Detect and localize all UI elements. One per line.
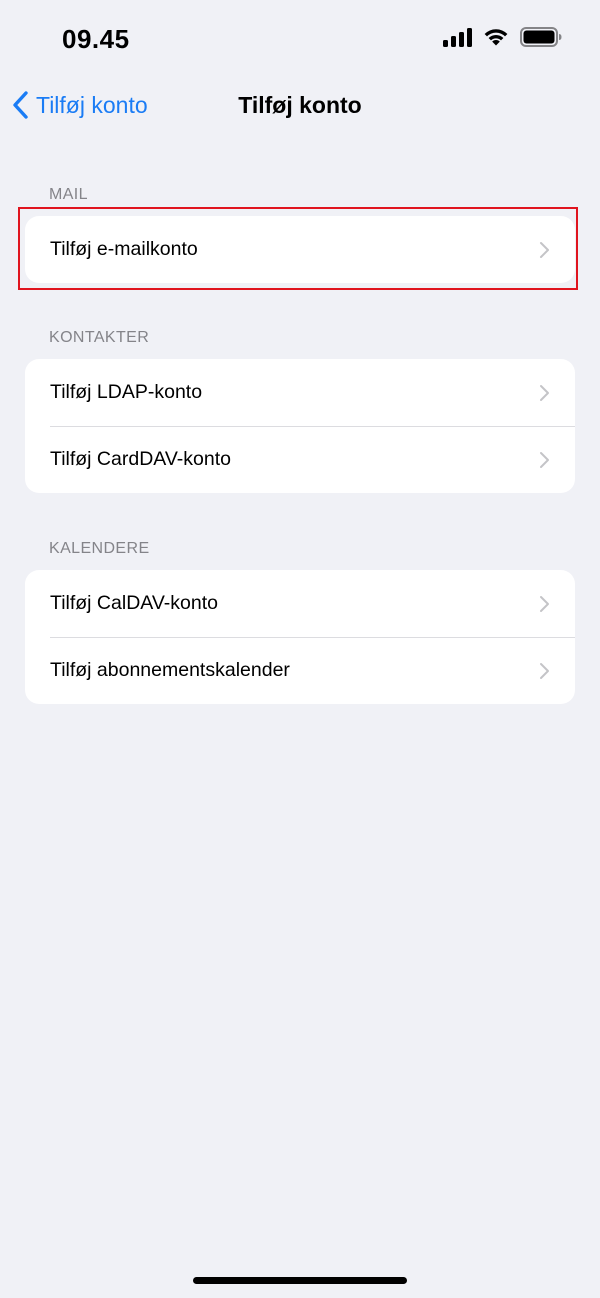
row-label: Tilføj CalDAV-konto [50, 592, 218, 614]
chevron-right-icon [540, 662, 549, 679]
row-label: Tilføj LDAP-konto [50, 381, 203, 403]
home-indicator[interactable] [193, 1277, 407, 1284]
navigation-bar: Tilføj konto Tilføj konto [0, 80, 600, 132]
chevron-right-icon [540, 595, 549, 612]
add-caldav-account-row[interactable]: Tilføj CalDAV-konto [25, 570, 575, 637]
row-label: Tilføj e-mailkonto [50, 238, 198, 260]
page-title: Tilføj konto [238, 92, 362, 118]
group-contacts: Tilføj LDAP-konto Tilføj CardDAV-konto [25, 359, 575, 493]
chevron-right-icon [540, 241, 549, 258]
chevron-right-icon [540, 451, 549, 468]
row-label: Tilføj abonnementskalender [50, 659, 290, 681]
chevron-right-icon [540, 384, 549, 401]
group-mail: Tilføj e-mailkonto [25, 216, 575, 283]
group-calendars: Tilføj CalDAV-konto Tilføj abonnementska… [25, 570, 575, 704]
section-header-calendars: KALENDERE [49, 540, 150, 557]
row-label: Tilføj CardDAV-konto [50, 448, 231, 470]
battery-icon [520, 27, 562, 47]
add-subscribed-calendar-row[interactable]: Tilføj abonnementskalender [25, 637, 575, 704]
status-time: 09.45 [62, 24, 130, 54]
wifi-icon [484, 29, 508, 46]
add-email-account-row[interactable]: Tilføj e-mailkonto [25, 216, 575, 283]
section-header-contacts: KONTAKTER [49, 329, 150, 346]
status-icons [443, 27, 562, 47]
add-ldap-account-row[interactable]: Tilføj LDAP-konto [25, 359, 575, 426]
cellular-signal-icon [443, 27, 472, 47]
status-bar: 09.45 [0, 0, 600, 80]
add-carddav-account-row[interactable]: Tilføj CardDAV-konto [25, 426, 575, 493]
section-header-mail: MAIL [49, 186, 88, 203]
